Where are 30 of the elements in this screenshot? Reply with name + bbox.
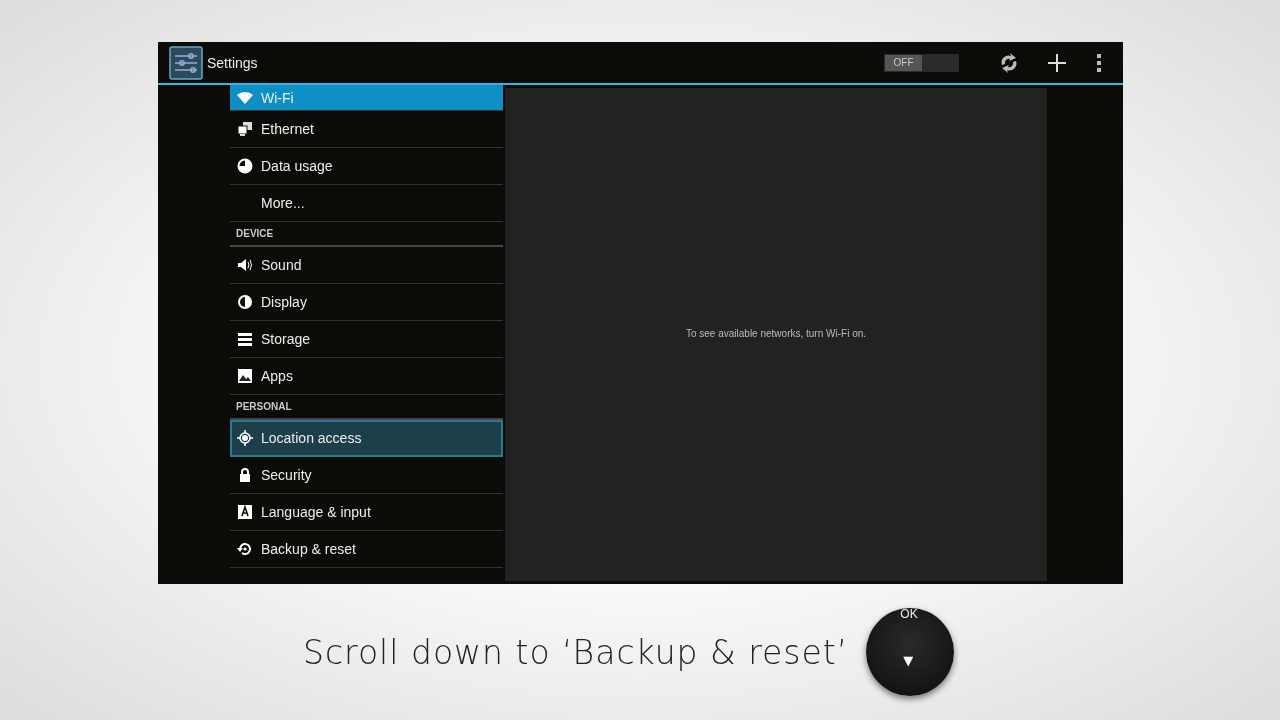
empty-message: To see available networks, turn Wi-Fi on. [685,328,867,341]
caption-text: Scroll down to ‘Backup & reset’ [303,632,849,672]
speaker-icon [237,257,253,273]
pie-chart-icon [237,158,253,174]
settings-item[interactable]: Storage [230,321,503,358]
settings-item[interactable]: Apps [230,358,503,395]
settings-item[interactable]: Sound [230,247,503,284]
ok-label: OK [900,607,918,621]
location-target-icon [237,430,253,446]
settings-item[interactable]: More... [230,185,503,222]
settings-item[interactable]: Language & input [230,494,503,531]
settings-item[interactable]: Backup & reset [230,531,503,568]
settings-item[interactable]: Data usage [230,148,503,185]
image-icon [237,368,253,384]
section-header: DEVICE [230,222,503,247]
down-arrow-icon: ▼ [903,653,914,668]
settings-icon[interactable] [169,45,203,80]
window-title: Settings [207,54,258,71]
settings-item[interactable]: Display [230,284,503,321]
lock-icon [237,467,253,483]
storage-icon [237,331,253,347]
settings-item[interactable]: Location access [230,420,503,457]
ethernet-icon [237,121,253,137]
settings-item[interactable]: Security [230,457,503,494]
wifi-toggle[interactable]: OFF [884,53,959,72]
settings-item[interactable]: Ethernet [230,111,503,148]
wifi-icon [237,89,253,106]
keyboard-key-icon [237,504,253,520]
restore-icon [237,541,253,557]
brightness-icon [237,294,253,310]
